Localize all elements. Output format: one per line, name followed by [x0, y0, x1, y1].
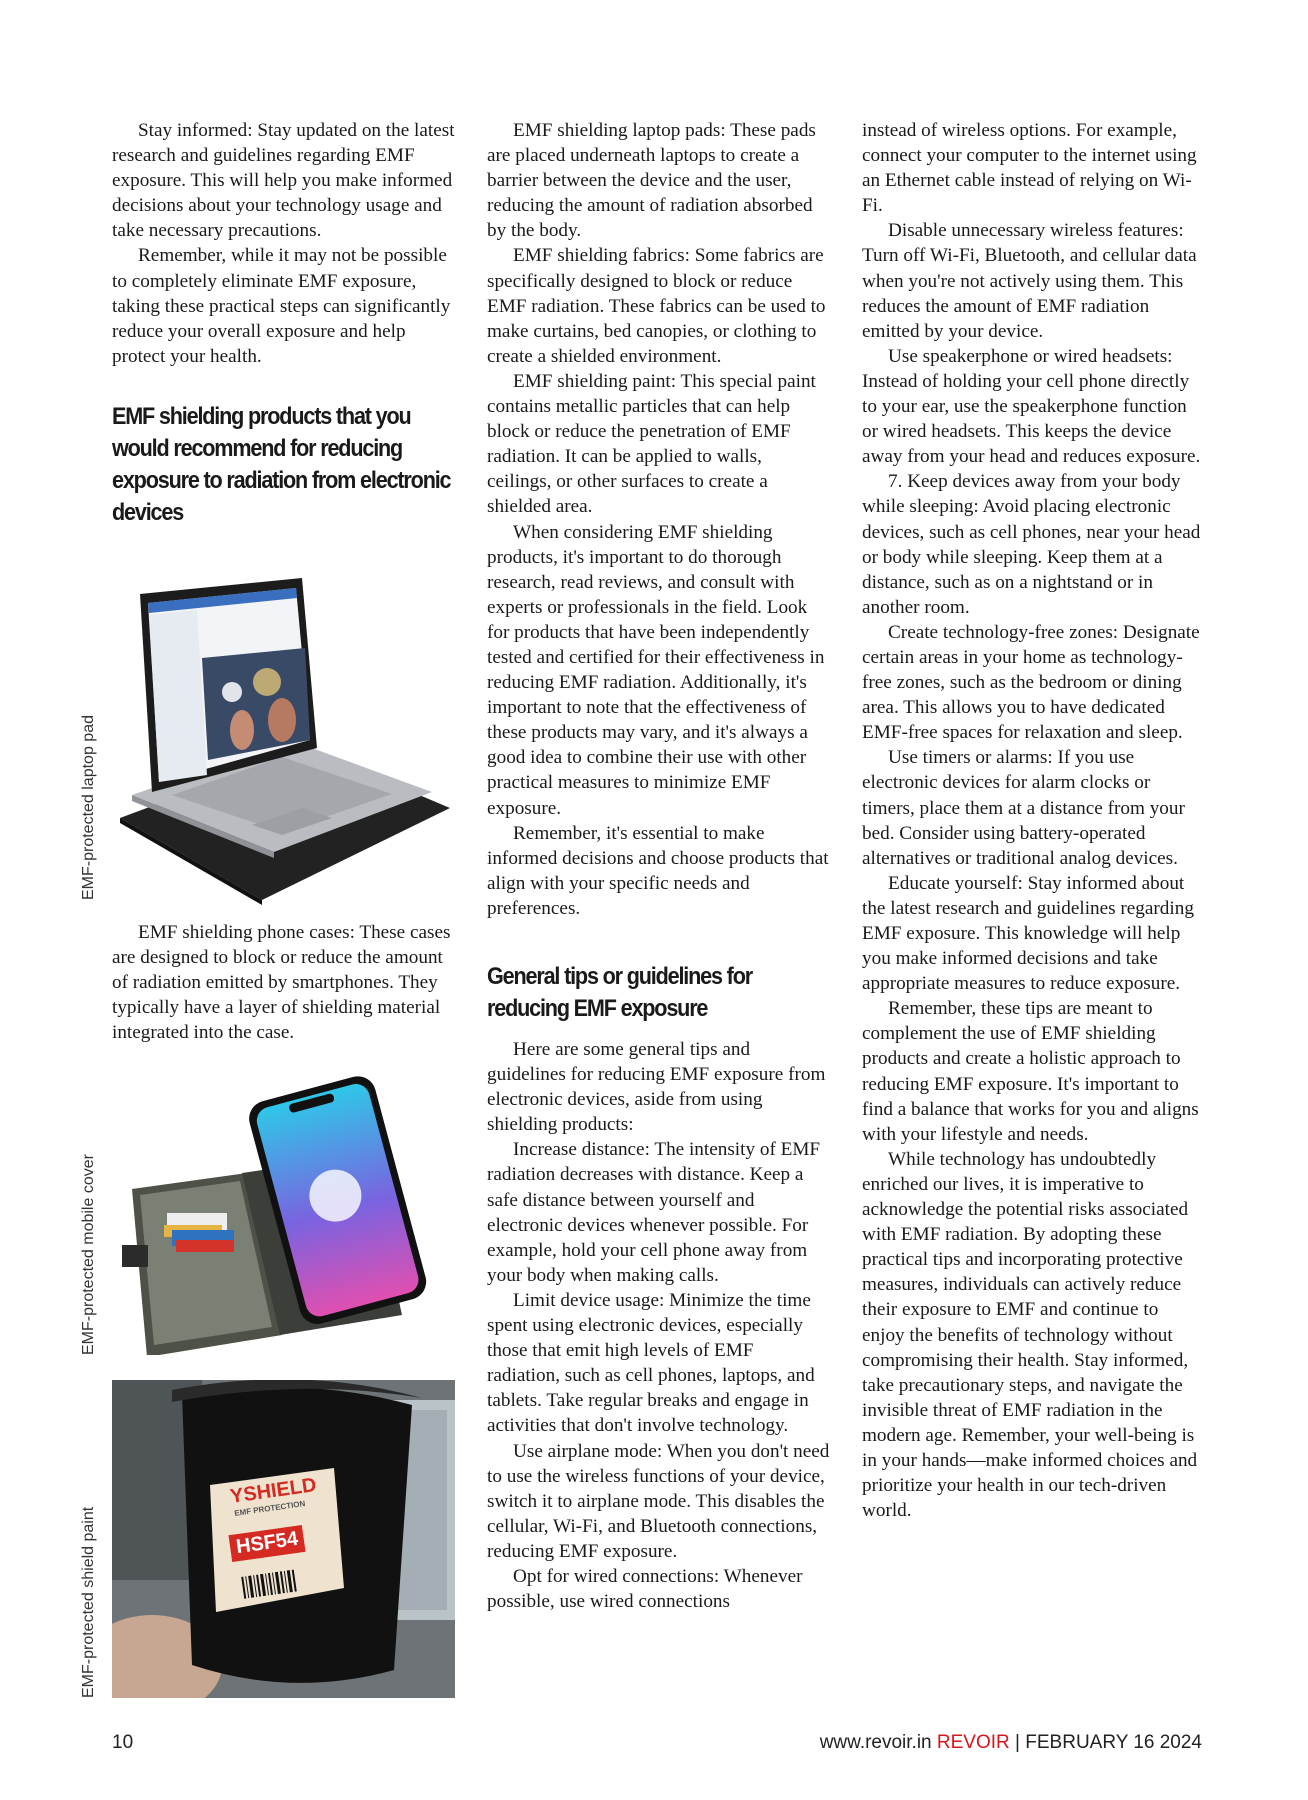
mobile-caption: EMF-protected mobile cover	[80, 1154, 97, 1355]
footer-date: FEBRUARY 16 2024	[1025, 1732, 1202, 1753]
paragraph: Increase distance: The intensity of EMF …	[487, 1139, 821, 1286]
paragraph: EMF shielding phone cases: These cases a…	[112, 922, 451, 1044]
paragraph: Create technology-free zones: Designate …	[862, 621, 1200, 744]
footer-brand: REVOIR	[936, 1732, 1010, 1753]
footer-masthead: www.revoir.in REVOIR | FEBRUARY 16 2024	[820, 1732, 1202, 1754]
paragraph: Opt for wired connections: Whenever poss…	[487, 1565, 803, 1613]
paragraph: Educate yourself: Stay informed about th…	[862, 872, 1194, 995]
section-heading: General tips or guidelines for reducing …	[487, 963, 753, 1022]
paragraph: Remember, it's essential to make informe…	[487, 822, 829, 919]
paragraph: Remember, these tips are meant to comple…	[862, 998, 1199, 1145]
paragraph: Limit device usage: Minimize the time sp…	[487, 1289, 815, 1437]
footer-site[interactable]: www.revoir.in	[820, 1732, 932, 1753]
laptop-caption: EMF-protected laptop pad	[80, 715, 97, 900]
paragraph: Use airplane mode: When you don't need t…	[487, 1440, 830, 1562]
laptop-pad-image	[112, 570, 455, 905]
paragraph: Remember, while it may not be possible t…	[112, 245, 451, 367]
paragraph: EMF shielding laptop pads: These pads ar…	[487, 120, 816, 242]
paragraph: Stay informed: Stay updated on the lates…	[112, 120, 455, 242]
section-heading: EMF shielding products that you would re…	[112, 402, 452, 526]
paragraph: Use timers or alarms: If you use electro…	[862, 747, 1185, 869]
paragraph: Use speakerphone or wired headsets: Inst…	[862, 345, 1201, 468]
paragraph: EMF shielding fabrics: Some fabrics are …	[487, 245, 826, 367]
column-1-lower: EMF shielding phone cases: These cases a…	[112, 920, 455, 1045]
column-2: EMF shielding laptop pads: These pads ar…	[487, 118, 830, 1614]
paragraph: While technology has undoubtedly enriche…	[862, 1148, 1198, 1522]
paragraph: 7. Keep devices away from your body whil…	[862, 471, 1201, 618]
paragraph: When considering EMF shielding products,…	[487, 521, 825, 819]
shield-paint-image: YSHIELD EMF PROTECTION HSF54	[112, 1380, 455, 1698]
paragraph: Here are some general tips and guideline…	[487, 1039, 826, 1136]
paragraph: EMF shielding paint: This special paint …	[487, 370, 816, 518]
paragraph: Disable unnecessary wireless features: T…	[862, 220, 1197, 342]
mobile-cover-image	[112, 1065, 455, 1355]
page-number: 10	[112, 1732, 134, 1753]
paint-caption: EMF-protected shield paint	[80, 1506, 97, 1698]
column-3: instead of wireless options. For example…	[862, 118, 1205, 1523]
column-1: Stay informed: Stay updated on the lates…	[112, 118, 455, 529]
footer-separator: |	[1015, 1732, 1020, 1753]
paragraph: instead of wireless options. For example…	[862, 120, 1197, 217]
